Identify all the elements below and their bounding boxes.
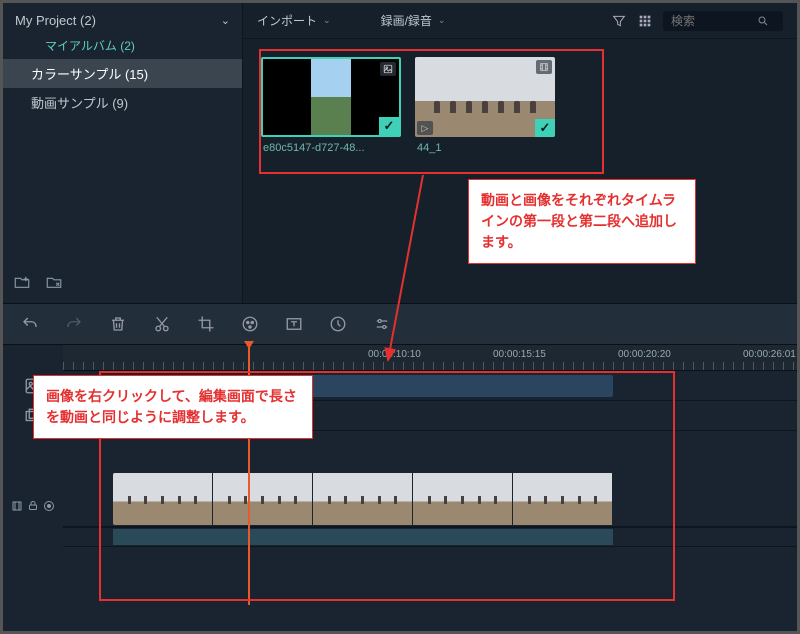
record-button[interactable]: 録画/録音 ⌄ — [381, 12, 446, 29]
media-label: e80c5147-d727-48... — [261, 137, 401, 159]
media-label: 44_1 — [415, 137, 555, 159]
media-thumbnail[interactable]: ✓ — [261, 57, 401, 137]
sidebar-item-video-sample[interactable]: 動画サンプル (9) — [3, 88, 242, 117]
text-icon[interactable] — [285, 315, 303, 333]
play-icon: ▷ — [417, 121, 433, 135]
project-header[interactable]: My Project (2) ⌄ — [3, 9, 242, 32]
caret-down-icon: ⌄ — [438, 15, 446, 26]
search-box[interactable] — [663, 11, 783, 31]
sidebar-item-myalbum[interactable]: マイアルバム (2) — [3, 32, 242, 59]
annotation-text: 動画と画像をそれぞれタイムラインの第一段と第二段へ追加します。 — [468, 179, 696, 264]
chevron-down-icon: ⌄ — [221, 14, 230, 27]
media-item[interactable]: ▷ ✓ 44_1 — [415, 57, 555, 159]
track-row-audio[interactable] — [63, 527, 797, 547]
delete-folder-icon[interactable] — [45, 273, 63, 291]
speed-icon[interactable] — [329, 315, 347, 333]
timeline-toolbar — [3, 303, 797, 345]
selected-check-icon: ✓ — [535, 119, 555, 137]
ruler-tick: 00:00:26:01 — [743, 349, 796, 360]
media-item[interactable]: ✓ e80c5147-d727-48... — [261, 57, 401, 159]
track-row[interactable] — [63, 471, 797, 527]
undo-icon[interactable] — [21, 315, 39, 333]
media-thumbnail[interactable]: ▷ ✓ — [415, 57, 555, 137]
timeline-ruler[interactable]: 00:00:10:10 00:00:15:15 00:00:20:20 00:0… — [63, 345, 797, 371]
image-type-icon — [380, 62, 396, 76]
add-folder-icon[interactable] — [13, 273, 31, 291]
ruler-tick: 00:00:20:20 — [618, 349, 671, 360]
media-grid: ✓ e80c5147-d727-48... ▷ ✓ 44_1 — [243, 39, 797, 177]
crop-icon[interactable] — [197, 315, 215, 333]
caret-down-icon: ⌄ — [323, 15, 331, 26]
selected-check-icon: ✓ — [379, 117, 399, 135]
color-icon[interactable] — [241, 315, 259, 333]
delete-icon[interactable] — [109, 315, 127, 333]
settings-icon[interactable] — [373, 315, 391, 333]
sidebar-item-color-sample[interactable]: カラーサンプル (15) — [3, 59, 242, 88]
track-label-video[interactable] — [3, 471, 63, 541]
search-icon — [757, 15, 769, 27]
media-toolbar: インポート ⌄ 録画/録音 ⌄ — [243, 3, 797, 39]
project-title: My Project (2) — [15, 13, 96, 28]
video-type-icon — [536, 60, 552, 74]
annotation-text: 画像を右クリックして、編集画面で長さを動画と同じように調整します。 — [33, 375, 313, 439]
cut-icon[interactable] — [153, 315, 171, 333]
import-button[interactable]: インポート ⌄ — [257, 12, 331, 29]
timeline-clip[interactable] — [113, 473, 613, 525]
project-sidebar: My Project (2) ⌄ マイアルバム (2) カラーサンプル (15)… — [3, 3, 243, 303]
ruler-tick: 00:00:10:10 — [368, 349, 421, 360]
search-input[interactable] — [671, 14, 751, 28]
filter-icon[interactable] — [611, 13, 627, 29]
ruler-tick: 00:00:15:15 — [493, 349, 546, 360]
redo-icon[interactable] — [65, 315, 83, 333]
audio-clip[interactable] — [113, 529, 613, 545]
grid-view-icon[interactable] — [637, 13, 653, 29]
